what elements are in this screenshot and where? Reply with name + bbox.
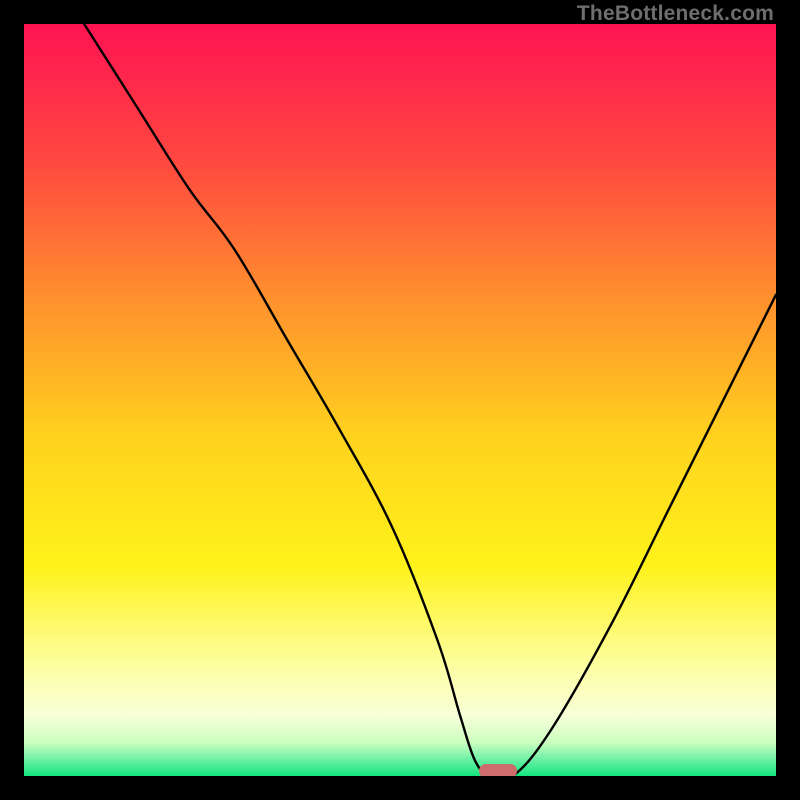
plot-area xyxy=(24,24,776,776)
bottleneck-chart xyxy=(24,24,776,776)
chart-frame: TheBottleneck.com xyxy=(0,0,800,800)
optimum-marker xyxy=(479,764,517,776)
watermark-text: TheBottleneck.com xyxy=(577,2,774,26)
gradient-background xyxy=(24,24,776,776)
